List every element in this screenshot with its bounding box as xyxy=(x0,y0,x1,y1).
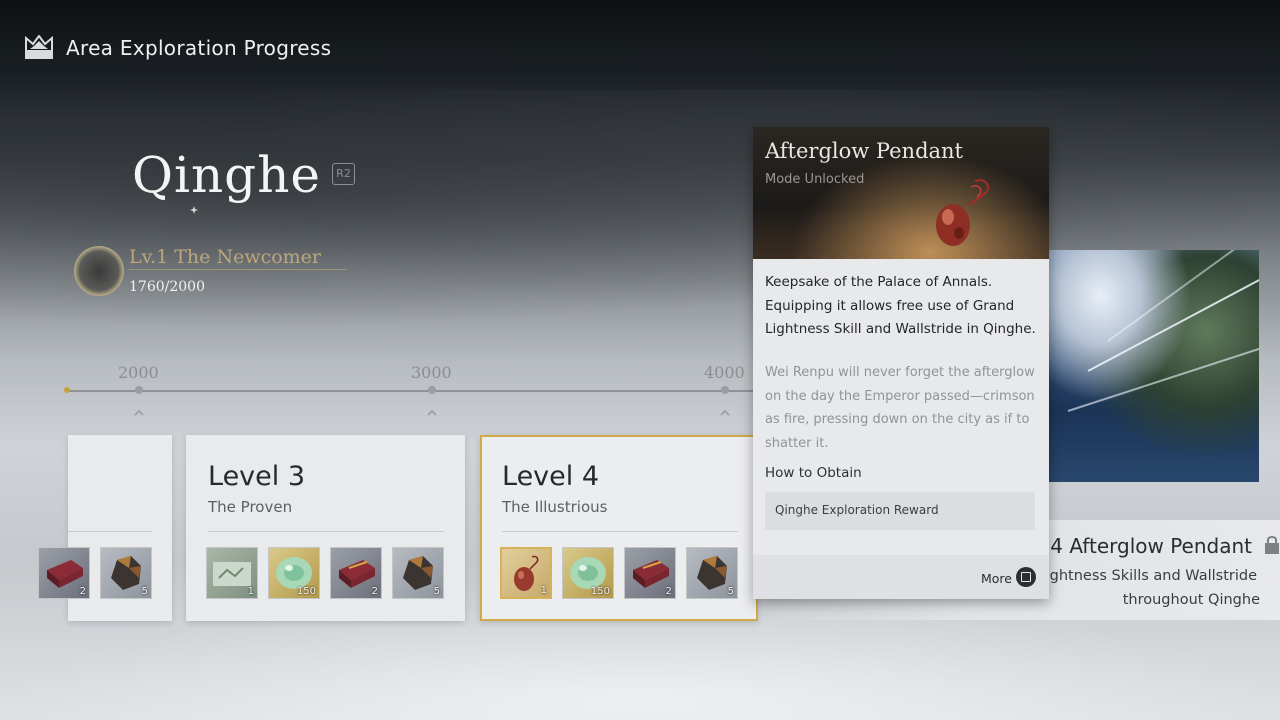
progress-timeline xyxy=(68,390,758,392)
reward-quantity: 2 xyxy=(79,586,86,597)
square-button-icon xyxy=(1021,572,1031,582)
preview-description: throughout Qinghe xyxy=(1122,592,1260,608)
reward-quantity: 1 xyxy=(540,585,547,596)
level-divider xyxy=(502,531,738,532)
reward-quantity: 2 xyxy=(665,586,672,597)
rank-emblem xyxy=(74,246,124,296)
reward-quantity: 1 xyxy=(247,586,254,597)
lock-icon xyxy=(1265,536,1279,554)
reward-red-chest[interactable]: 2 xyxy=(624,547,676,599)
pendant-artwork xyxy=(936,179,990,246)
light-streak xyxy=(1067,342,1259,412)
level-card-2[interactable]: 2 5 xyxy=(38,435,172,621)
chevron-up-icon xyxy=(720,409,730,416)
reward-jade-coin[interactable]: 150 xyxy=(562,547,614,599)
chevron-up-icon xyxy=(427,409,437,416)
level-title: Level 3 xyxy=(208,461,306,492)
reward-red-chest[interactable]: 2 xyxy=(330,547,382,599)
level-card-4[interactable]: Level 4 The Illustrious 1 150 2 5 xyxy=(480,435,758,621)
detail-header: Afterglow Pendant Mode Unlocked xyxy=(753,127,1049,259)
timeline-tick xyxy=(428,386,436,394)
obtain-source: Qinghe Exploration Reward xyxy=(775,503,939,517)
next-region-button[interactable]: R2 xyxy=(332,163,355,185)
page-title: Area Exploration Progress xyxy=(66,36,332,60)
obtain-label: How to Obtain xyxy=(765,465,862,481)
level-divider xyxy=(208,531,444,532)
reward-quantity: 5 xyxy=(141,586,148,597)
reward-ore-rock[interactable]: 5 xyxy=(686,547,738,599)
rank-title-link[interactable]: Lv.1 The Newcomer xyxy=(129,246,321,268)
timeline-tick-label: 3000 xyxy=(411,363,452,382)
reward-quantity: 150 xyxy=(590,586,610,597)
item-lore: Wei Renpu will never forget the afterglo… xyxy=(765,365,1035,451)
item-detail-panel: Afterglow Pendant Mode Unlocked Keepsake… xyxy=(753,127,1049,599)
level-subtitle: The Illustrious xyxy=(502,498,608,516)
rank-underline xyxy=(129,269,347,270)
area-crown-icon xyxy=(25,35,53,59)
reward-pendant-selected[interactable]: 1 xyxy=(500,547,552,599)
obtain-source-box: Qinghe Exploration Reward xyxy=(765,492,1035,530)
preview-description: Lightness Skills and Wallstride xyxy=(1037,568,1257,584)
reward-jade-coin[interactable]: 150 xyxy=(268,547,320,599)
preview-title: Lv.4 Afterglow Pendant xyxy=(1022,534,1252,558)
reward-quantity: 150 xyxy=(296,586,316,597)
light-streak xyxy=(1107,250,1255,342)
item-status: Mode Unlocked xyxy=(765,172,865,187)
detail-footer: More xyxy=(753,555,1049,599)
item-name: Afterglow Pendant xyxy=(765,139,963,163)
timeline-tick xyxy=(721,386,729,394)
reward-quantity: 5 xyxy=(727,586,734,597)
rank-progress: 1760/2000 xyxy=(129,279,205,295)
timeline-tick-label: 4000 xyxy=(704,363,745,382)
sparkle-cursor-icon xyxy=(190,206,198,214)
reward-ore-rock[interactable]: 5 xyxy=(100,547,152,599)
page-header: Area Exploration Progress xyxy=(24,32,331,64)
level-title: Level 4 xyxy=(502,461,600,492)
level-subtitle: The Proven xyxy=(208,498,293,516)
more-label: More xyxy=(981,571,1012,586)
reward-map-scroll[interactable]: 1 xyxy=(206,547,258,599)
level-card-3[interactable]: Level 3 The Proven 1 150 2 5 xyxy=(186,435,465,621)
level-divider xyxy=(68,531,152,532)
chevron-up-icon xyxy=(134,409,144,416)
reward-ore-rock[interactable]: 5 xyxy=(392,547,444,599)
reward-quantity: 5 xyxy=(433,586,440,597)
reward-quantity: 2 xyxy=(371,586,378,597)
timeline-tick xyxy=(135,386,143,394)
item-description: Keepsake of the Palace of Annals. Equipp… xyxy=(765,274,1036,337)
region-name: Qinghe xyxy=(132,146,321,204)
preview-screenshot xyxy=(1048,250,1259,482)
reward-red-chest[interactable]: 2 xyxy=(38,547,90,599)
timeline-tick-label: 2000 xyxy=(118,363,159,382)
timeline-start-marker xyxy=(64,387,70,393)
more-button[interactable] xyxy=(1016,567,1036,587)
